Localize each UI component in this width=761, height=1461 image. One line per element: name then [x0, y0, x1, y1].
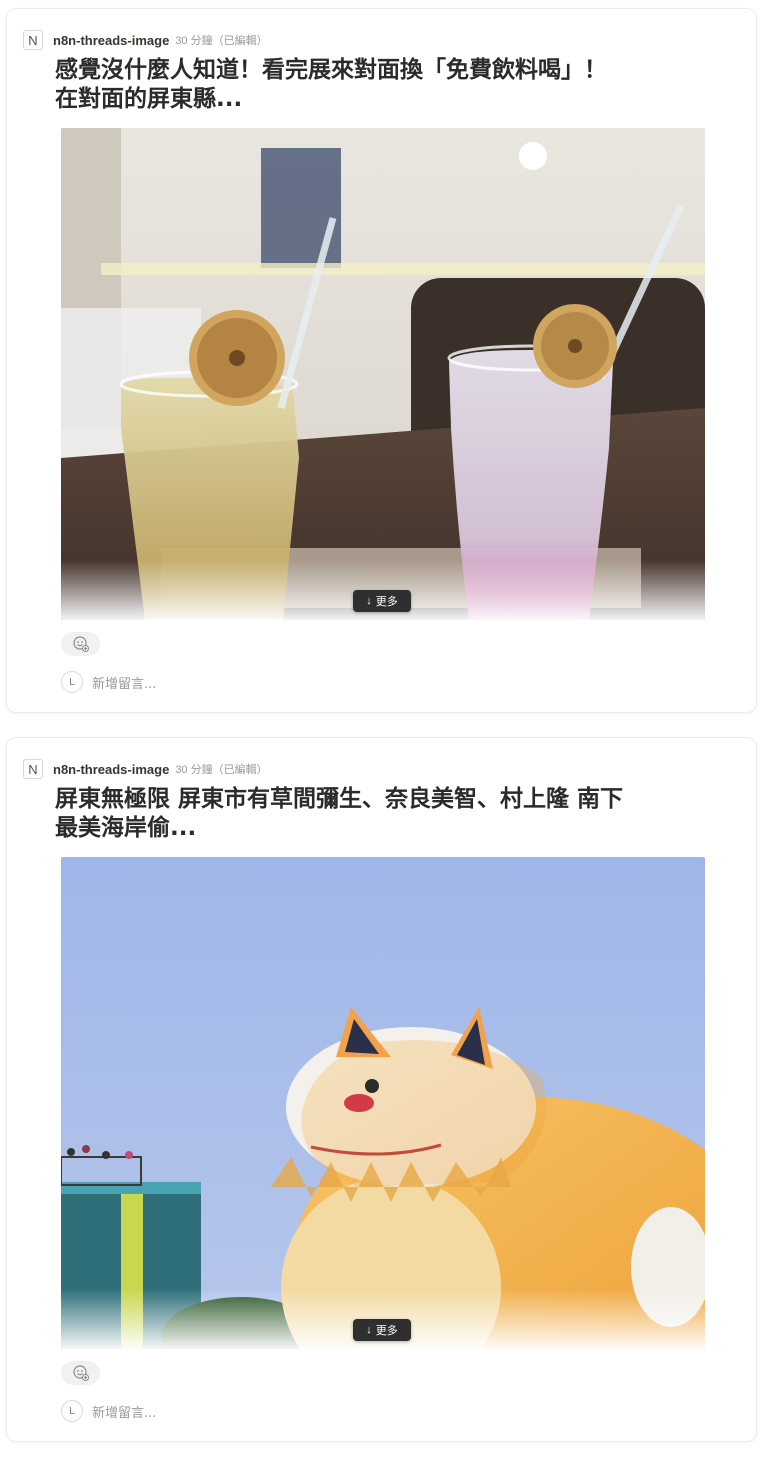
author-name[interactable]: n8n-threads-image [53, 33, 169, 48]
post-image[interactable]: ↓ 更多 [61, 128, 705, 620]
post-title-line: 感覺沒什麼人知道！看完展來對面換「免費飲料喝」！ [55, 57, 607, 83]
avatar: L [61, 1400, 83, 1422]
more-label: 更多 [375, 1325, 398, 1337]
post-title-line: 屏東無極限 屏東市有草間彌生、奈良美智、村上隆 南下 [55, 786, 624, 812]
post-card: N n8n-threads-image 30 分鐘（已編輯） 屏東無極限 屏東市… [6, 737, 757, 1442]
author-name[interactable]: n8n-threads-image [53, 762, 169, 777]
post-meta: N n8n-threads-image 30 分鐘（已編輯） [23, 758, 268, 780]
add-reaction-button[interactable] [61, 1361, 100, 1385]
post-title[interactable]: 屏東無極限 屏東市有草間彌生、奈良美智、村上隆 南下 最美海岸偷... [55, 785, 715, 843]
add-reaction-button[interactable] [61, 632, 100, 656]
post-card: N n8n-threads-image 30 分鐘（已編輯） 感覺沒什麼人知道！… [6, 8, 757, 713]
more-label: 更多 [375, 596, 398, 608]
post-title-line: 最美海岸偷... [55, 815, 197, 841]
comment-row[interactable]: L 新增留言... [61, 671, 156, 693]
more-button[interactable]: ↓ 更多 [353, 590, 411, 612]
post-image[interactable]: ↓ 更多 [61, 857, 705, 1349]
comment-input[interactable]: 新增留言... [92, 1402, 156, 1421]
post-time: 30 分鐘（已編輯） [175, 35, 268, 47]
dog-sculpture-photo [61, 857, 705, 1349]
arrow-down-icon: ↓ [366, 1324, 372, 1336]
comment-row[interactable]: L 新增留言... [61, 1400, 156, 1422]
comment-input[interactable]: 新增留言... [92, 673, 156, 692]
more-button[interactable]: ↓ 更多 [353, 1319, 411, 1341]
arrow-down-icon: ↓ [366, 595, 372, 607]
avatar: L [61, 671, 83, 693]
notion-n-icon: N [23, 30, 43, 50]
emoji-add-icon [72, 636, 89, 652]
emoji-add-icon [72, 1365, 89, 1381]
post-title[interactable]: 感覺沒什麼人知道！看完展來對面換「免費飲料喝」！ 在對面的屏東縣... [55, 56, 715, 114]
drinks-photo [61, 128, 705, 620]
post-title-line: 在對面的屏東縣... [55, 86, 243, 112]
notion-n-icon: N [23, 759, 43, 779]
post-time: 30 分鐘（已編輯） [175, 764, 268, 776]
post-meta: N n8n-threads-image 30 分鐘（已編輯） [23, 29, 268, 51]
